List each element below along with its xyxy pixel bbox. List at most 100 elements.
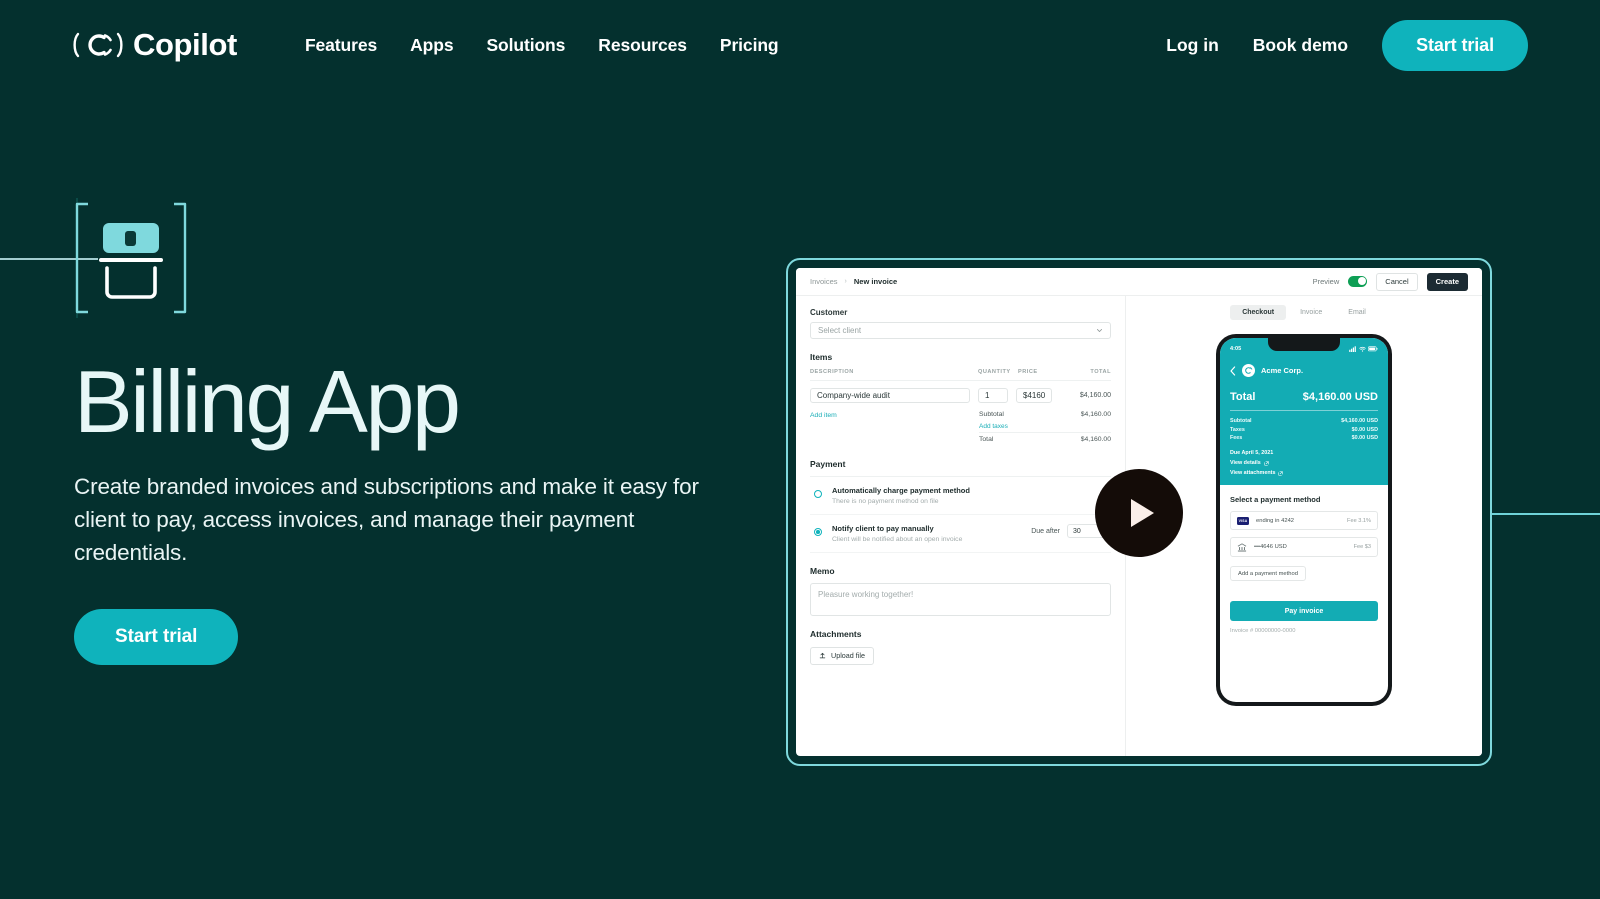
preview-tabs: Checkout Invoice Email bbox=[1126, 296, 1482, 320]
divider bbox=[1230, 410, 1378, 411]
payment-option-notify-client-subtitle: Client will be notified about an open in… bbox=[832, 536, 963, 543]
payment-option-notify-client[interactable]: Notify client to pay manually Client wil… bbox=[810, 515, 1111, 553]
payment-method-bank[interactable]: •••4646 USD Fee $3 bbox=[1230, 537, 1378, 558]
item-quantity-input[interactable]: 1 bbox=[978, 388, 1008, 403]
cellular-signal-icon bbox=[1349, 345, 1356, 352]
items-section-title: Items bbox=[810, 352, 833, 362]
col-header-quantity: QUANTITY bbox=[978, 369, 1011, 375]
col-header-price: PRICE bbox=[1018, 369, 1038, 375]
invoice-form-pane: Customer Select client Items DESCRIPTION… bbox=[796, 296, 1126, 756]
avatar bbox=[1242, 364, 1255, 377]
customer-label: Customer bbox=[810, 308, 848, 317]
payment-method-card-fee: Fee 3.1% bbox=[1347, 517, 1371, 524]
select-payment-method-label: Select a payment method bbox=[1230, 495, 1321, 505]
page-title: Billing App bbox=[74, 352, 461, 451]
view-details-link[interactable]: View details bbox=[1230, 460, 1378, 466]
nav-link-pricing[interactable]: Pricing bbox=[720, 35, 779, 56]
radio-icon-notify-client[interactable] bbox=[814, 528, 822, 536]
subtotal-label: Subtotal bbox=[979, 411, 1004, 418]
start-trial-button-nav[interactable]: Start trial bbox=[1382, 19, 1528, 71]
chevron-left-icon[interactable] bbox=[1230, 365, 1236, 376]
checkout-taxes-label: Taxes bbox=[1230, 426, 1245, 433]
status-indicators bbox=[1349, 345, 1378, 352]
status-time: 4:05 bbox=[1230, 345, 1242, 352]
view-details-label: View details bbox=[1230, 460, 1261, 467]
payment-method-bank-fee: Fee $3 bbox=[1353, 544, 1371, 551]
checkout-total-value: $4,160.00 USD bbox=[1302, 391, 1378, 403]
total-label: Total bbox=[979, 436, 994, 443]
external-link-icon bbox=[1264, 460, 1269, 466]
app-topbar: Invoices › New invoice Preview Cancel Cr… bbox=[796, 268, 1482, 296]
item-price-input[interactable]: $4160 bbox=[1016, 388, 1052, 403]
payment-option-auto-charge[interactable]: Automatically charge payment method Ther… bbox=[810, 477, 1111, 515]
payment-option-auto-charge-title: Automatically charge payment method bbox=[832, 486, 970, 495]
payment-method-card-text: ending in 4242 bbox=[1256, 517, 1295, 524]
items-table-header: DESCRIPTION QUANTITY PRICE TOTAL bbox=[810, 369, 1111, 381]
preview-label: Preview bbox=[1312, 277, 1340, 286]
radio-icon-auto-charge[interactable] bbox=[814, 490, 822, 498]
col-header-total: TOTAL bbox=[1090, 369, 1111, 375]
play-video-button[interactable] bbox=[1095, 469, 1183, 557]
checkout-line-fees: Fees $0.00 USD bbox=[1230, 434, 1378, 442]
checkout-total-row: Total $4,160.00 USD bbox=[1230, 391, 1378, 403]
external-link-icon bbox=[1278, 470, 1284, 476]
play-icon bbox=[1130, 499, 1154, 527]
preview-toggle[interactable] bbox=[1348, 276, 1368, 287]
brand-name: Copilot bbox=[133, 27, 237, 62]
hero-subtitle: Create branded invoices and subscription… bbox=[74, 474, 699, 565]
nav-link-features[interactable]: Features bbox=[305, 35, 377, 56]
checkout-subtotal-value: $4,160.00 USD bbox=[1341, 418, 1378, 425]
login-link[interactable]: Log in bbox=[1166, 35, 1218, 56]
checkout-subtotal-label: Subtotal bbox=[1230, 418, 1252, 425]
nav-link-solutions[interactable]: Solutions bbox=[486, 35, 565, 56]
payment-method-section: Select a payment method VISA ending in 4… bbox=[1220, 485, 1388, 635]
add-payment-method-button[interactable]: Add a payment method bbox=[1230, 566, 1306, 582]
start-trial-button-hero[interactable]: Start trial bbox=[74, 609, 239, 665]
item-description-input[interactable]: Company-wide audit bbox=[810, 388, 970, 403]
nav-link-apps[interactable]: Apps bbox=[410, 35, 453, 56]
create-button[interactable]: Create bbox=[1426, 272, 1468, 291]
view-attachments-link[interactable]: View attachments bbox=[1230, 470, 1378, 476]
customer-select[interactable]: Select client bbox=[810, 322, 1111, 339]
breadcrumb-parent[interactable]: Invoices bbox=[810, 277, 838, 286]
book-demo-link[interactable]: Book demo bbox=[1253, 35, 1348, 56]
cancel-button[interactable]: Cancel bbox=[1376, 272, 1418, 291]
tab-email[interactable]: Email bbox=[1336, 305, 1378, 320]
payment-method-bank-text: •••4646 USD bbox=[1254, 544, 1287, 551]
memo-label: Memo bbox=[810, 566, 835, 576]
landing-page: Copilot Features Apps Solutions Resource… bbox=[0, 0, 1600, 899]
pay-invoice-button[interactable]: Pay invoice bbox=[1230, 601, 1378, 622]
subtotal-value: $4,160.00 bbox=[1080, 411, 1111, 418]
upload-file-label: Upload file bbox=[831, 651, 865, 660]
phone-screen: 4:05 Acme Corp. Total $4,160.00 USD Subt… bbox=[1220, 338, 1388, 702]
invoice-totals: Subtotal $4,160.00 Add taxes Total $4,16… bbox=[979, 408, 1111, 446]
memo-input[interactable]: Pleasure working together! bbox=[810, 583, 1111, 616]
checkout-fees-value: $0.00 USD bbox=[1351, 434, 1378, 441]
upload-file-button[interactable]: Upload file bbox=[810, 646, 874, 665]
checkout-line-subtotal: Subtotal $4,160.00 USD bbox=[1230, 417, 1378, 425]
nav-link-resources[interactable]: Resources bbox=[598, 35, 687, 56]
view-attachments-label: View attachments bbox=[1230, 470, 1276, 477]
copilot-c-bracket-logo-icon bbox=[73, 32, 123, 58]
decor-horizontal-line-right bbox=[1490, 513, 1600, 515]
checkout-taxes-value: $0.00 USD bbox=[1351, 426, 1378, 433]
checkout-fees-label: Fees bbox=[1230, 434, 1243, 441]
copilot-avatar-icon bbox=[1245, 367, 1253, 374]
top-navigation: Copilot Features Apps Solutions Resource… bbox=[0, 0, 1600, 90]
phone-notch bbox=[1268, 338, 1340, 351]
total-value: $4,160.00 bbox=[1080, 436, 1111, 443]
col-header-description: DESCRIPTION bbox=[810, 369, 854, 375]
checkout-due-date: Due April 5, 2021 bbox=[1230, 450, 1274, 457]
breadcrumb-separator: › bbox=[844, 278, 847, 285]
phone-mockup: 4:05 Acme Corp. Total $4,160.00 USD Subt… bbox=[1216, 334, 1392, 706]
tab-invoice[interactable]: Invoice bbox=[1288, 305, 1334, 320]
add-taxes-link[interactable]: Add taxes bbox=[979, 421, 1111, 432]
checkout-header: 4:05 Acme Corp. Total $4,160.00 USD Subt… bbox=[1220, 338, 1388, 486]
org-name: Acme Corp. bbox=[1261, 366, 1304, 375]
payment-method-card[interactable]: VISA ending in 4242 Fee 3.1% bbox=[1230, 511, 1378, 531]
nav-actions: Log in Book demo Start trial bbox=[1166, 19, 1528, 71]
payment-section-title: Payment bbox=[810, 459, 846, 469]
tab-checkout[interactable]: Checkout bbox=[1230, 305, 1287, 320]
brand-logo[interactable]: Copilot bbox=[72, 27, 237, 63]
checkout-total-label: Total bbox=[1230, 391, 1256, 403]
